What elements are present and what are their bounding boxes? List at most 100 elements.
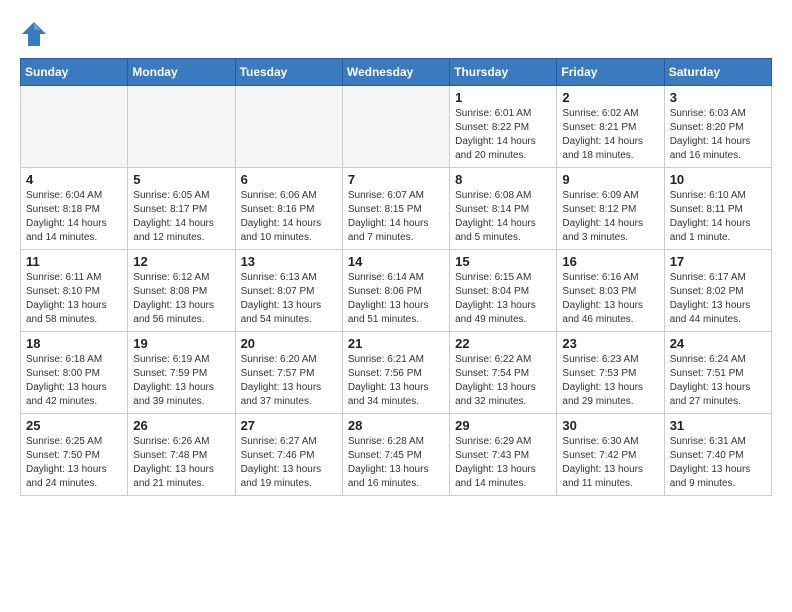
day-info: Sunrise: 6:24 AM Sunset: 7:51 PM Dayligh… (670, 353, 766, 409)
day-info: Sunrise: 6:02 AM Sunset: 8:21 PM Dayligh… (562, 107, 658, 163)
day-info: Sunrise: 6:17 AM Sunset: 8:02 PM Dayligh… (670, 271, 766, 327)
page-header (20, 20, 772, 48)
day-number: 2 (562, 90, 658, 105)
day-info: Sunrise: 6:14 AM Sunset: 8:06 PM Dayligh… (348, 271, 444, 327)
day-number: 23 (562, 336, 658, 351)
calendar-day-cell: 27 Sunrise: 6:27 AM Sunset: 7:46 PM Dayli… (235, 414, 342, 496)
day-number: 6 (241, 172, 337, 187)
day-number: 20 (241, 336, 337, 351)
day-number: 13 (241, 254, 337, 269)
day-info: Sunrise: 6:09 AM Sunset: 8:12 PM Dayligh… (562, 189, 658, 245)
day-header-thursday: Thursday (450, 59, 557, 86)
day-number: 10 (670, 172, 766, 187)
day-number: 14 (348, 254, 444, 269)
day-info: Sunrise: 6:16 AM Sunset: 8:03 PM Dayligh… (562, 271, 658, 327)
day-info: Sunrise: 6:10 AM Sunset: 8:11 PM Dayligh… (670, 189, 766, 245)
day-number: 27 (241, 418, 337, 433)
calendar-day-cell: 10 Sunrise: 6:10 AM Sunset: 8:11 PM Dayli… (664, 168, 771, 250)
day-number: 8 (455, 172, 551, 187)
calendar-day-cell: 12Sunrise: 6:12 AM Sunset: 8:08 PM Dayli… (128, 250, 235, 332)
day-header-friday: Friday (557, 59, 664, 86)
day-header-monday: Monday (128, 59, 235, 86)
day-info: Sunrise: 6:30 AM Sunset: 7:42 PM Dayligh… (562, 435, 658, 491)
day-number: 18 (26, 336, 122, 351)
day-header-sunday: Sunday (21, 59, 128, 86)
day-number: 28 (348, 418, 444, 433)
day-header-tuesday: Tuesday (235, 59, 342, 86)
day-number: 15 (455, 254, 551, 269)
day-info: Sunrise: 6:18 AM Sunset: 8:00 PM Dayligh… (26, 353, 122, 409)
day-info: Sunrise: 6:08 AM Sunset: 8:14 PM Dayligh… (455, 189, 551, 245)
calendar-week-row: 25 Sunrise: 6:25 AM Sunset: 7:50 PM Dayli… (21, 414, 772, 496)
logo-icon (20, 20, 48, 48)
calendar-day-cell: 11 Sunrise: 6:11 AM Sunset: 8:10 PM Dayli… (21, 250, 128, 332)
day-info: Sunrise: 6:20 AM Sunset: 7:57 PM Dayligh… (241, 353, 337, 409)
day-number: 25 (26, 418, 122, 433)
day-number: 3 (670, 90, 766, 105)
day-info: Sunrise: 6:27 AM Sunset: 7:46 PM Dayligh… (241, 435, 337, 491)
calendar-day-cell (128, 86, 235, 168)
calendar-week-row: 1 Sunrise: 6:01 AM Sunset: 8:22 PM Daylig… (21, 86, 772, 168)
calendar-day-cell (235, 86, 342, 168)
calendar-table: SundayMondayTuesdayWednesdayThursdayFrid… (20, 58, 772, 496)
day-info: Sunrise: 6:04 AM Sunset: 8:18 PM Dayligh… (26, 189, 122, 245)
calendar-day-cell: 29 Sunrise: 6:29 AM Sunset: 7:43 PM Dayli… (450, 414, 557, 496)
calendar-day-cell: 9 Sunrise: 6:09 AM Sunset: 8:12 PM Daylig… (557, 168, 664, 250)
day-number: 21 (348, 336, 444, 351)
calendar-day-cell (21, 86, 128, 168)
calendar-day-cell: 13 Sunrise: 6:13 AM Sunset: 8:07 PM Dayli… (235, 250, 342, 332)
calendar-day-cell: 19 Sunrise: 6:19 AM Sunset: 7:59 PM Dayli… (128, 332, 235, 414)
day-number: 19 (133, 336, 229, 351)
calendar-day-cell: 23 Sunrise: 6:23 AM Sunset: 7:53 PM Dayli… (557, 332, 664, 414)
day-header-wednesday: Wednesday (342, 59, 449, 86)
day-info: Sunrise: 6:05 AM Sunset: 8:17 PM Dayligh… (133, 189, 229, 245)
calendar-day-cell: 20 Sunrise: 6:20 AM Sunset: 7:57 PM Dayli… (235, 332, 342, 414)
day-info: Sunrise: 6:23 AM Sunset: 7:53 PM Dayligh… (562, 353, 658, 409)
day-number: 26 (133, 418, 229, 433)
day-info: Sunrise: 6:06 AM Sunset: 8:16 PM Dayligh… (241, 189, 337, 245)
calendar-day-cell: 5Sunrise: 6:05 AM Sunset: 8:17 PM Daylig… (128, 168, 235, 250)
calendar-day-cell: 16 Sunrise: 6:16 AM Sunset: 8:03 PM Dayli… (557, 250, 664, 332)
calendar-day-cell (342, 86, 449, 168)
calendar-day-cell: 30Sunrise: 6:30 AM Sunset: 7:42 PM Dayli… (557, 414, 664, 496)
calendar-day-cell: 15Sunrise: 6:15 AM Sunset: 8:04 PM Dayli… (450, 250, 557, 332)
day-number: 7 (348, 172, 444, 187)
day-info: Sunrise: 6:22 AM Sunset: 7:54 PM Dayligh… (455, 353, 551, 409)
day-header-saturday: Saturday (664, 59, 771, 86)
calendar-day-cell: 3 Sunrise: 6:03 AM Sunset: 8:20 PM Daylig… (664, 86, 771, 168)
day-info: Sunrise: 6:31 AM Sunset: 7:40 PM Dayligh… (670, 435, 766, 491)
day-number: 29 (455, 418, 551, 433)
calendar-day-cell: 22 Sunrise: 6:22 AM Sunset: 7:54 PM Dayli… (450, 332, 557, 414)
calendar-day-cell: 8 Sunrise: 6:08 AM Sunset: 8:14 PM Daylig… (450, 168, 557, 250)
day-number: 24 (670, 336, 766, 351)
day-number: 11 (26, 254, 122, 269)
day-info: Sunrise: 6:28 AM Sunset: 7:45 PM Dayligh… (348, 435, 444, 491)
day-number: 16 (562, 254, 658, 269)
day-info: Sunrise: 6:12 AM Sunset: 8:08 PM Dayligh… (133, 271, 229, 327)
day-info: Sunrise: 6:07 AM Sunset: 8:15 PM Dayligh… (348, 189, 444, 245)
day-info: Sunrise: 6:03 AM Sunset: 8:20 PM Dayligh… (670, 107, 766, 163)
day-info: Sunrise: 6:29 AM Sunset: 7:43 PM Dayligh… (455, 435, 551, 491)
calendar-header-row: SundayMondayTuesdayWednesdayThursdayFrid… (21, 59, 772, 86)
calendar-day-cell: 4Sunrise: 6:04 AM Sunset: 8:18 PM Daylig… (21, 168, 128, 250)
calendar-day-cell: 17 Sunrise: 6:17 AM Sunset: 8:02 PM Dayli… (664, 250, 771, 332)
day-info: Sunrise: 6:11 AM Sunset: 8:10 PM Dayligh… (26, 271, 122, 327)
day-number: 1 (455, 90, 551, 105)
day-number: 17 (670, 254, 766, 269)
calendar-week-row: 18 Sunrise: 6:18 AM Sunset: 8:00 PM Dayli… (21, 332, 772, 414)
calendar-day-cell: 6 Sunrise: 6:06 AM Sunset: 8:16 PM Daylig… (235, 168, 342, 250)
day-info: Sunrise: 6:26 AM Sunset: 7:48 PM Dayligh… (133, 435, 229, 491)
calendar-week-row: 4Sunrise: 6:04 AM Sunset: 8:18 PM Daylig… (21, 168, 772, 250)
day-number: 9 (562, 172, 658, 187)
day-number: 22 (455, 336, 551, 351)
calendar-day-cell: 25 Sunrise: 6:25 AM Sunset: 7:50 PM Dayli… (21, 414, 128, 496)
calendar-day-cell: 26 Sunrise: 6:26 AM Sunset: 7:48 PM Dayli… (128, 414, 235, 496)
calendar-day-cell: 21 Sunrise: 6:21 AM Sunset: 7:56 PM Dayli… (342, 332, 449, 414)
day-info: Sunrise: 6:25 AM Sunset: 7:50 PM Dayligh… (26, 435, 122, 491)
calendar-day-cell: 28 Sunrise: 6:28 AM Sunset: 7:45 PM Dayli… (342, 414, 449, 496)
calendar-day-cell: 2 Sunrise: 6:02 AM Sunset: 8:21 PM Daylig… (557, 86, 664, 168)
day-info: Sunrise: 6:19 AM Sunset: 7:59 PM Dayligh… (133, 353, 229, 409)
day-info: Sunrise: 6:21 AM Sunset: 7:56 PM Dayligh… (348, 353, 444, 409)
day-info: Sunrise: 6:01 AM Sunset: 8:22 PM Dayligh… (455, 107, 551, 163)
day-info: Sunrise: 6:13 AM Sunset: 8:07 PM Dayligh… (241, 271, 337, 327)
